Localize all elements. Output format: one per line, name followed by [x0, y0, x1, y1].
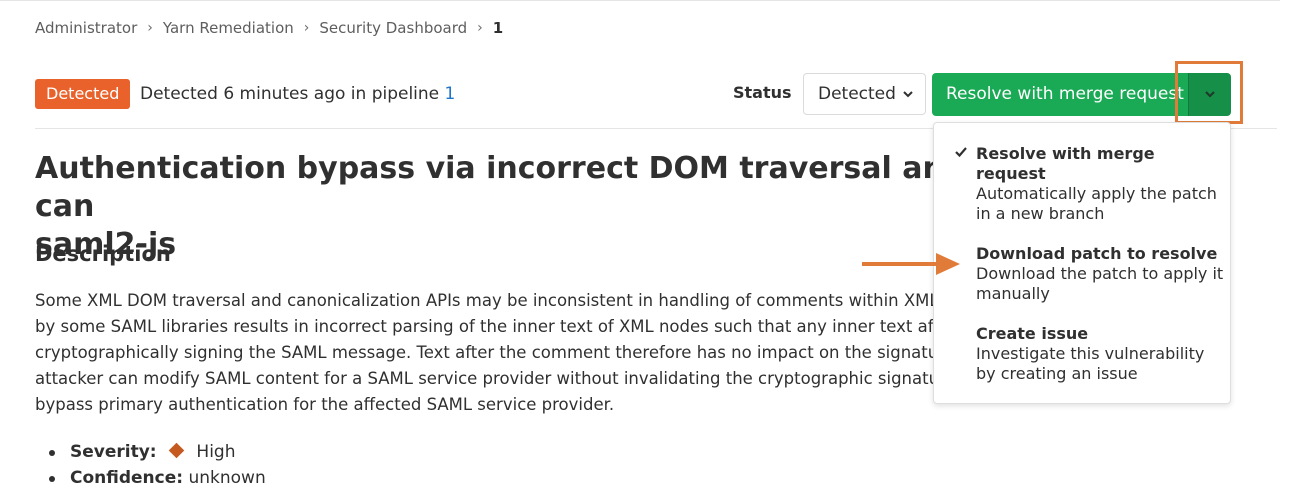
breadcrumb-separator: › — [303, 20, 310, 36]
resolve-options-menu: Resolve with merge request Automatically… — [933, 122, 1231, 404]
list-item-confidence: Confidence: unknown — [35, 466, 266, 492]
chevron-down-icon — [903, 74, 913, 130]
details-list: Severity: High Confidence: unknown — [35, 440, 266, 492]
page-title: Authentication bypass via incorrect DOM … — [35, 150, 1035, 264]
severity-high-icon — [168, 442, 185, 459]
description-heading: Description — [35, 242, 171, 266]
pipeline-link[interactable]: 1 — [445, 84, 456, 104]
menu-item-title: Download patch to resolve — [976, 244, 1218, 263]
menu-item-create-issue[interactable]: Create issue Investigate this vulnerabil… — [976, 324, 1226, 384]
resolve-with-merge-request-button[interactable]: Resolve with merge request — [932, 73, 1188, 116]
detected-info-text: Detected 6 minutes ago in pipeline — [140, 84, 445, 104]
description-line: attacker can modify SAML content for a S… — [35, 369, 946, 388]
confidence-value: unknown — [188, 468, 266, 488]
top-border — [0, 0, 1280, 1]
severity-value: High — [196, 442, 236, 462]
status-dropdown[interactable]: Detected — [803, 73, 926, 115]
breadcrumb-item-project[interactable]: Yarn Remediation — [163, 19, 294, 37]
breadcrumb: Administrator › Yarn Remediation › Secur… — [35, 19, 503, 37]
severity-label: Severity: — [70, 442, 157, 462]
status-badge: Detected — [35, 79, 131, 109]
page-title-line: Authentication bypass via incorrect DOM … — [35, 151, 966, 224]
menu-item-resolve-with-merge-request[interactable]: Resolve with merge request Automatically… — [976, 144, 1226, 224]
list-item-severity: Severity: High — [35, 440, 266, 466]
description-line: cryptographically signing the SAML messa… — [35, 343, 945, 362]
menu-item-description: Investigate this vulnerability by creati… — [976, 344, 1205, 383]
menu-item-description: Download the patch to apply it manually — [976, 264, 1224, 303]
status-label: Status — [733, 83, 792, 102]
confidence-label: Confidence: — [70, 468, 184, 488]
check-icon — [954, 145, 968, 163]
breadcrumb-item-administrator[interactable]: Administrator — [35, 19, 137, 37]
status-dropdown-value: Detected — [818, 84, 896, 104]
description-line: by some SAML libraries results in incorr… — [35, 317, 950, 336]
menu-item-description: Automatically apply the patch in a new b… — [976, 184, 1217, 223]
description-text: Some XML DOM traversal and canonicalizat… — [35, 288, 1035, 418]
annotation-arrow-icon — [862, 253, 960, 275]
menu-item-title: Create issue — [976, 324, 1089, 343]
description-line: Some XML DOM traversal and canonicalizat… — [35, 291, 939, 310]
highlight-annotation-box — [1175, 61, 1243, 124]
breadcrumb-separator: › — [147, 20, 153, 36]
menu-item-download-patch[interactable]: Download patch to resolve Download the p… — [976, 244, 1226, 304]
description-line: bypass primary authentication for the af… — [35, 395, 615, 414]
breadcrumb-separator: › — [477, 20, 483, 36]
breadcrumb-current: 1 — [492, 19, 504, 37]
breadcrumb-item-security-dashboard[interactable]: Security Dashboard — [319, 19, 467, 37]
detected-info: Detected 6 minutes ago in pipeline 1 — [140, 84, 455, 104]
menu-item-title: Resolve with merge request — [976, 144, 1155, 183]
